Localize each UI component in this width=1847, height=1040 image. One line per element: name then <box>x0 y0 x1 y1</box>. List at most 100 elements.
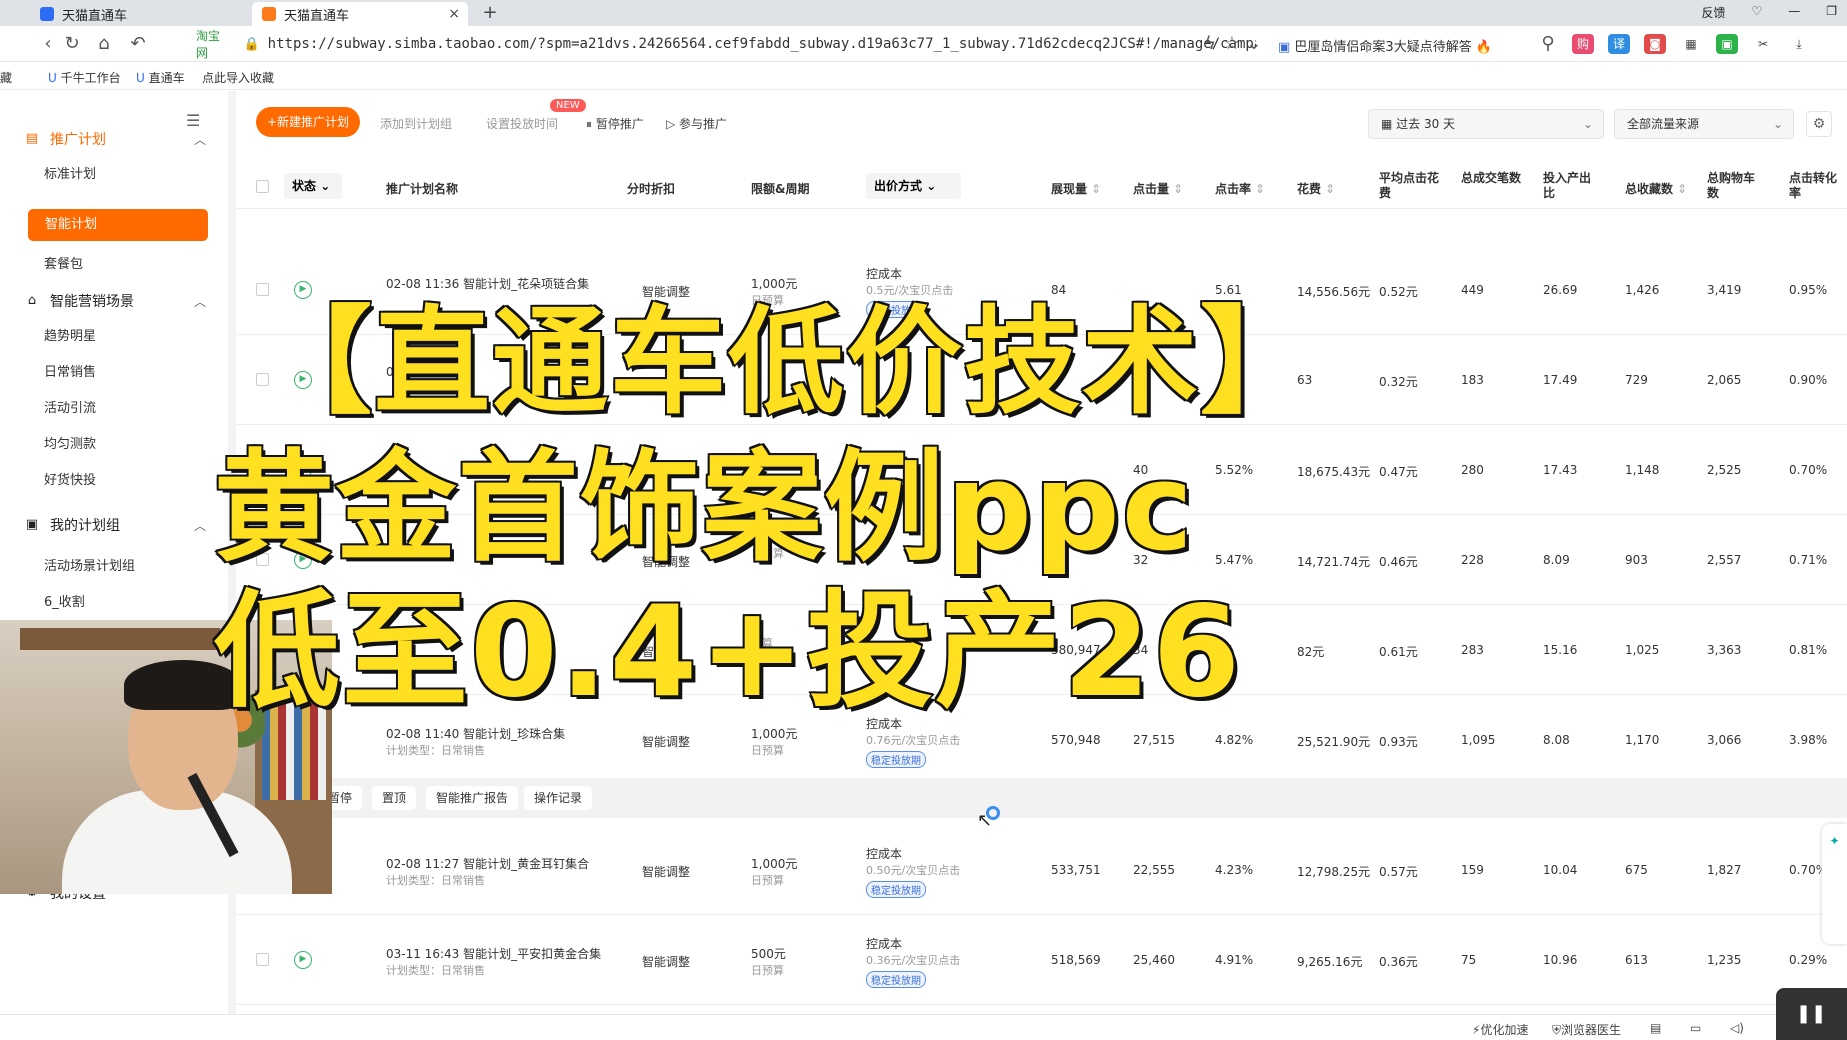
plan-type: 计划类型：日常销售 <box>386 744 485 757</box>
plan-name[interactable]: 03-11 16:43 智能计划_平安扣黄金合集 计划类型：日常销售 <box>386 945 601 978</box>
browser-tab-2[interactable]: 天猫直通车 × <box>252 2 468 26</box>
chevron-down-icon[interactable]: ⌄ <box>1242 33 1266 55</box>
new-tab-button[interactable]: + <box>476 2 504 24</box>
add-to-group-button[interactable]: 添加到计划组 <box>380 115 452 132</box>
play-icon: ▷ <box>666 117 680 131</box>
new-ext-icon[interactable]: ▣ <box>1716 34 1738 54</box>
sidebar-group-plans[interactable]: ▤ 推广计划 <box>24 129 106 149</box>
plan-name[interactable]: 02-08 11:27 智能计划_黄金耳钉集合 计划类型：日常销售 <box>386 855 589 888</box>
volume-icon[interactable]: ◁) <box>1730 1021 1744 1035</box>
traffic-source-select[interactable]: 全部流量来源 ⌄ <box>1614 109 1794 139</box>
apps-grid-icon[interactable]: ▦ <box>1680 34 1702 54</box>
sidebar-item-package[interactable]: 套餐包 <box>44 253 83 272</box>
caption-icon[interactable]: ▭ <box>1690 1021 1701 1035</box>
carts-cell: 2,065 <box>1707 373 1742 387</box>
carts-cell: 3,066 <box>1707 733 1742 747</box>
search-hint[interactable]: ▣ 巴厘岛情侣命案3大疑点待解答 🔥 <box>1278 36 1492 55</box>
online-help-widget[interactable]: ✦ <box>1822 824 1847 944</box>
cost-header[interactable]: 花费 ⇕ <box>1297 180 1335 197</box>
home-icon[interactable]: ⌂ <box>92 33 116 55</box>
close-tab-icon[interactable]: × <box>448 6 460 22</box>
sidebar-item-daily[interactable]: 日常销售 <box>44 361 96 380</box>
join-button[interactable]: ▷ 参与推广 <box>666 115 727 132</box>
bid-filter[interactable]: 出价方式 ⌄ <box>866 173 961 199</box>
table-row[interactable]: ▶02-08 11:27 智能计划_黄金耳钉集合计划类型：日常销售智能调整1,0… <box>236 825 1847 915</box>
impressions-header[interactable]: 展现量 ⇕ <box>1051 180 1101 197</box>
new-plan-button[interactable]: +新建推广计划 <box>256 107 360 137</box>
deals-cell: 449 <box>1461 283 1484 297</box>
speedup-item[interactable]: ⚡优化加速 <box>1472 1021 1528 1038</box>
cpc-cell: 0.57元 <box>1379 865 1418 879</box>
sidebar-item-trend[interactable]: 趋势明星 <box>44 325 96 344</box>
status-filter[interactable]: 状态 ⌄ <box>284 173 342 199</box>
minimize-icon[interactable]: — <box>1788 4 1800 21</box>
bookmark-import[interactable]: 点此导入收藏 <box>202 69 274 86</box>
chevron-up-icon[interactable]: ︿ <box>194 517 206 534</box>
shirt-icon[interactable]: ♡ <box>1751 4 1762 21</box>
sidebar-item-activity-group[interactable]: 活动场景计划组 <box>44 555 135 574</box>
search-icon[interactable]: ⚲ <box>1536 33 1560 55</box>
sidebar-item-harvest[interactable]: 6_收割 <box>44 591 85 610</box>
ctr-header[interactable]: 点击率 ⇕ <box>1215 180 1265 197</box>
undo-icon[interactable]: ↶ <box>126 33 150 55</box>
row-checkbox[interactable] <box>256 953 269 966</box>
sidebar-item-quick[interactable]: 好货快投 <box>44 469 96 488</box>
clicks-header[interactable]: 点击量 ⇕ <box>1133 180 1183 197</box>
cost-cell: 9,265.16元 <box>1297 955 1363 969</box>
url-field[interactable]: 淘宝网 🔒 https://subway.simba.taobao.com/?s… <box>196 29 1256 60</box>
clicks-cell: 25,460 <box>1133 953 1175 967</box>
browser-tab-1[interactable]: 天猫直通车 <box>30 2 250 26</box>
cvr-cell: 0.95% <box>1789 283 1828 297</box>
video-pause-button[interactable]: ❚❚ <box>1776 988 1847 1040</box>
maximize-icon[interactable]: ❐ <box>1826 4 1837 21</box>
carts-header[interactable]: 总购物车数 <box>1707 171 1763 201</box>
deals-cell: 75 <box>1461 953 1477 967</box>
sidebar-item-test[interactable]: 均匀测款 <box>44 433 96 452</box>
favorites-header[interactable]: 总收藏数 ⇕ <box>1625 180 1687 197</box>
table-row[interactable]: ▶ 03-11 16:43 智能计划_平安扣黄金合集 计划类型：日常销售 智能调整 50… <box>236 915 1847 1005</box>
operation-log-button[interactable]: 操作记录 <box>524 786 593 810</box>
browser-doctor-item[interactable]: ⛨浏览器医生 <box>1552 1021 1621 1038</box>
star-icon[interactable]: ☆ <box>1220 33 1244 55</box>
ctr-cell: 5.52% <box>1215 463 1254 477</box>
play-status-icon[interactable]: ▶ <box>294 951 312 969</box>
pause-button[interactable]: ⏸ 暂停推广 <box>586 115 644 132</box>
screen: 天猫直通车 天猫直通车 × + 反馈 ♡ — ❐ ‹ ↻ ⌂ ↶ 淘宝网 🔒 h… <box>0 0 1847 1040</box>
calendar-icon: ▦ <box>1381 117 1397 131</box>
cpc-cell: 0.93元 <box>1379 735 1418 749</box>
sidebar-item-standard[interactable]: 标准计划 <box>44 163 96 182</box>
date-range-select[interactable]: ▦ 过去 30 天 ⌄ <box>1368 109 1604 139</box>
feedback-link[interactable]: 反馈 <box>1701 4 1725 21</box>
cvr-cell: 0.90% <box>1789 373 1828 387</box>
sidebar-item-activity[interactable]: 活动引流 <box>44 397 96 416</box>
bookmark-qianniu[interactable]: U 千牛工作台 <box>48 69 121 86</box>
download-icon[interactable]: ⤓ <box>1788 34 1810 54</box>
table-header: 状态 ⌄ 推广计划名称 分时折扣 限额&周期 出价方式 ⌄ 展现量 ⇕ 点击量 ⇕ … <box>236 163 1847 209</box>
back-icon[interactable]: ‹ <box>36 33 60 55</box>
lightning-icon[interactable]: ϟ <box>1198 33 1222 55</box>
impressions-cell: 518,569 <box>1051 953 1101 967</box>
translate-ext-icon[interactable]: 译 <box>1608 34 1630 54</box>
set-time-button[interactable]: 设置投放时间 <box>486 115 558 132</box>
bookmark-folder[interactable]: 藏 <box>0 69 12 86</box>
reload-icon[interactable]: ↻ <box>60 33 84 55</box>
cvr-header[interactable]: 点击转化率 <box>1789 171 1843 201</box>
select-all-checkbox[interactable] <box>256 180 269 193</box>
briefcase-icon[interactable]: ▤ <box>1650 1021 1661 1035</box>
roi-header[interactable]: 投入产出比 <box>1543 171 1593 201</box>
chevron-up-icon[interactable]: ︿ <box>194 293 206 310</box>
cpc-header[interactable]: 平均点击花费 <box>1379 171 1439 201</box>
gear-icon[interactable]: ⚙ <box>1806 111 1832 137</box>
collapse-menu-icon[interactable]: ☰ <box>186 111 200 130</box>
shopping-ext-icon[interactable]: 购 <box>1572 34 1594 54</box>
sidebar-item-smart[interactable]: 智能计划 <box>28 209 208 241</box>
deals-header[interactable]: 总成交笔数 <box>1461 171 1521 186</box>
sidebar-group-groups[interactable]: ▣ 我的计划组 <box>24 515 120 535</box>
smart-report-button[interactable]: 智能推广报告 <box>426 786 519 810</box>
sidebar-group-scenes[interactable]: ⌂ 智能营销场景 <box>24 291 134 311</box>
pin-row-button[interactable]: 置顶 <box>372 786 417 810</box>
scissors-icon[interactable]: ✂ <box>1752 34 1774 54</box>
bookmark-ztc[interactable]: U 直通车 <box>136 69 185 86</box>
chevron-up-icon[interactable]: ︿ <box>194 131 206 148</box>
game-ext-icon[interactable]: ◙ <box>1644 34 1666 54</box>
